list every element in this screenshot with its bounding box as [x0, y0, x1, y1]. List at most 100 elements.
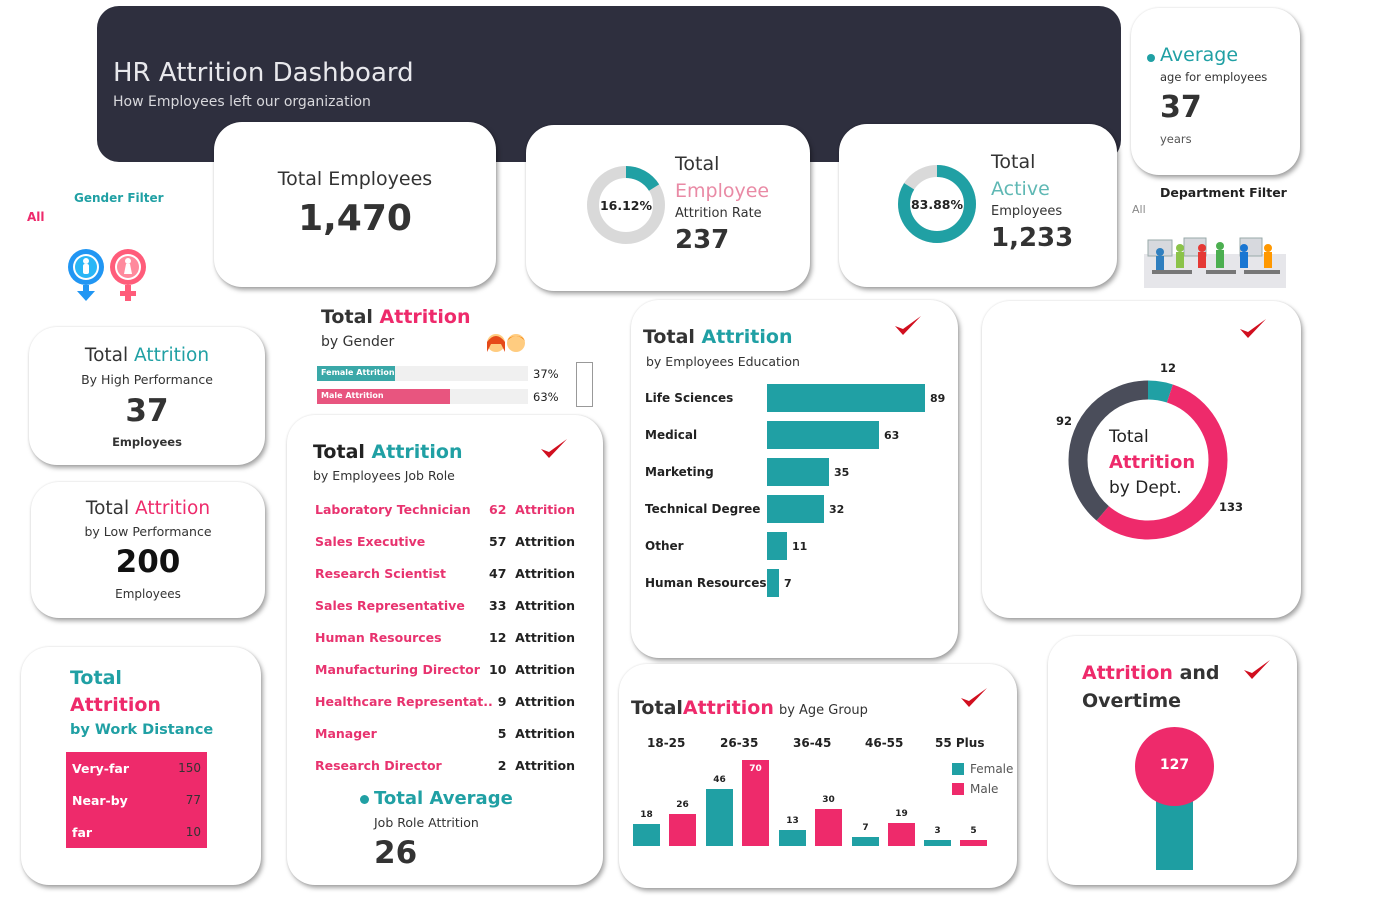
job-role-count: 9 Attrition [498, 694, 575, 709]
total-employees-card: Total Employees 1,470 [214, 122, 496, 287]
education-title-2: Attrition [701, 326, 793, 348]
work-distance-row-value: 150 [178, 761, 201, 775]
job-role-count-number: 5 [497, 726, 507, 741]
total-employees-value: 1,470 [298, 198, 412, 239]
age-bar-male [815, 809, 842, 846]
age-title-2: Attrition [682, 697, 774, 719]
job-role-name: Research Scientist [315, 566, 447, 581]
job-role-row: Research Scientist 47 Attrition [315, 566, 575, 586]
job-role-count-word: Attrition [515, 694, 575, 709]
department-filter-label: Department Filter [1160, 185, 1287, 200]
job-role-row: Manufacturing Director 10 Attrition [315, 662, 575, 682]
attrition-rate-line2: Employee [675, 180, 770, 202]
job-role-avg-subtitle: Job Role Attrition [374, 815, 479, 830]
education-value: 89 [930, 392, 946, 405]
job-role-count-word: Attrition [515, 758, 575, 773]
age-bar-male [669, 814, 696, 846]
gender-scrollbar[interactable] [576, 362, 593, 407]
age-value-label: 19 [895, 809, 908, 819]
legend-male-swatch [952, 783, 964, 795]
attrition-rate-card: 16.12% Total Employee Attrition Rate 237 [526, 125, 810, 291]
total-employees-label: Total Employees [277, 168, 433, 190]
gender-filter-icons[interactable] [66, 246, 152, 304]
attrition-rate-line1: Total [675, 153, 720, 175]
job-role-count: 57 Attrition [489, 534, 575, 549]
education-value: 63 [884, 429, 900, 442]
age-group-label: 55 Plus [935, 736, 985, 750]
overtime-bar [1156, 796, 1193, 870]
education-value: 7 [784, 577, 792, 590]
age-value-label: 18 [640, 810, 653, 820]
job-role-avg-value: 26 [374, 835, 418, 871]
education-label: Medical [645, 428, 698, 442]
gender-filter-value[interactable]: All [27, 210, 45, 224]
high-perf-unit: Employees [112, 435, 182, 449]
average-age-value: 37 [1160, 90, 1202, 125]
education-bar [767, 495, 824, 523]
job-role-name: Healthcare Representat.. [315, 694, 493, 709]
age-value-label: 3 [934, 826, 941, 836]
job-role-count: 47 Attrition [489, 566, 575, 581]
job-role-count: 33 Attrition [489, 598, 575, 613]
job-role-count-word: Attrition [515, 566, 575, 581]
low-perf-unit: Employees [115, 587, 181, 601]
job-role-row: Healthcare Representat.. 9 Attrition [315, 694, 575, 714]
attrition-rate-value: 237 [675, 225, 730, 255]
male-icon [68, 249, 104, 301]
age-bar-male [960, 840, 987, 846]
work-distance-row-value: 77 [185, 793, 201, 807]
attrition-rate-donut: 16.12% [587, 166, 665, 244]
education-bar [767, 532, 787, 560]
work-distance-card: Total Attrition by Work Distance Very-fa… [21, 647, 261, 885]
education-bar [767, 384, 925, 412]
gender-attr-title-2: Attrition [379, 306, 471, 328]
low-performance-card: Total Attrition by Low Performance 200 E… [31, 482, 265, 618]
job-role-count-word: Attrition [515, 726, 575, 741]
job-role-count: 10 Attrition [489, 662, 575, 677]
job-role-title-1: Total [313, 441, 365, 463]
job-role-avg-title: Total Average [374, 788, 513, 809]
work-distance-row-value: 10 [185, 825, 201, 839]
active-line1: Total [991, 151, 1036, 173]
education-value: 32 [829, 503, 845, 516]
job-role-name: Sales Executive [315, 534, 426, 549]
age-bar-female [924, 840, 951, 846]
job-role-count-word: Attrition [515, 630, 575, 645]
overtime-title-2: and [1179, 662, 1220, 684]
age-bar-female [779, 830, 806, 846]
age-value-label: 5 [970, 826, 977, 836]
education-label: Other [645, 539, 684, 553]
job-role-name: Research Director [315, 758, 442, 773]
checkmark-icon [895, 316, 921, 335]
job-role-count-number: 2 [497, 758, 507, 773]
average-age-unit: years [1160, 132, 1192, 146]
female-attrition-label: Female Attrition [321, 368, 395, 377]
low-perf-value: 200 [115, 544, 181, 580]
age-bar-male: 70 [742, 760, 769, 846]
department-value-label: 12 [1160, 361, 1176, 375]
age-group-label: 26-35 [720, 736, 759, 750]
attrition-rate-line3: Attrition Rate [675, 206, 762, 221]
job-role-name: Sales Representative [315, 598, 465, 613]
job-role-subtitle: by Employees Job Role [313, 468, 455, 483]
department-value-label: 92 [1056, 414, 1072, 428]
education-label: Technical Degree [645, 502, 761, 516]
age-subtitle: by Age Group [778, 703, 868, 718]
education-subtitle: by Employees Education [646, 354, 800, 369]
age-value-label: 30 [822, 795, 835, 805]
active-value: 1,233 [991, 223, 1074, 253]
work-distance-table: Very-far 150 Near-by 77 far 10 [66, 752, 207, 848]
active-employees-donut: 83.88% [898, 165, 976, 243]
age-bar-female [852, 837, 879, 846]
male-attrition-label: Male Attrition [321, 391, 384, 400]
education-bar [767, 569, 779, 597]
department-filter-value[interactable]: All [1132, 203, 1146, 216]
job-role-count-word: Attrition [515, 502, 575, 517]
job-role-name: Manager [315, 726, 377, 741]
education-card: Total Attrition by Employees Education L… [631, 300, 958, 658]
couple-icon [487, 334, 525, 352]
legend-female-swatch [952, 763, 964, 775]
high-perf-title-2: Attrition [134, 345, 210, 366]
job-role-card: Total Attrition by Employees Job Role La… [287, 415, 603, 885]
average-age-title: Average [1160, 44, 1239, 66]
